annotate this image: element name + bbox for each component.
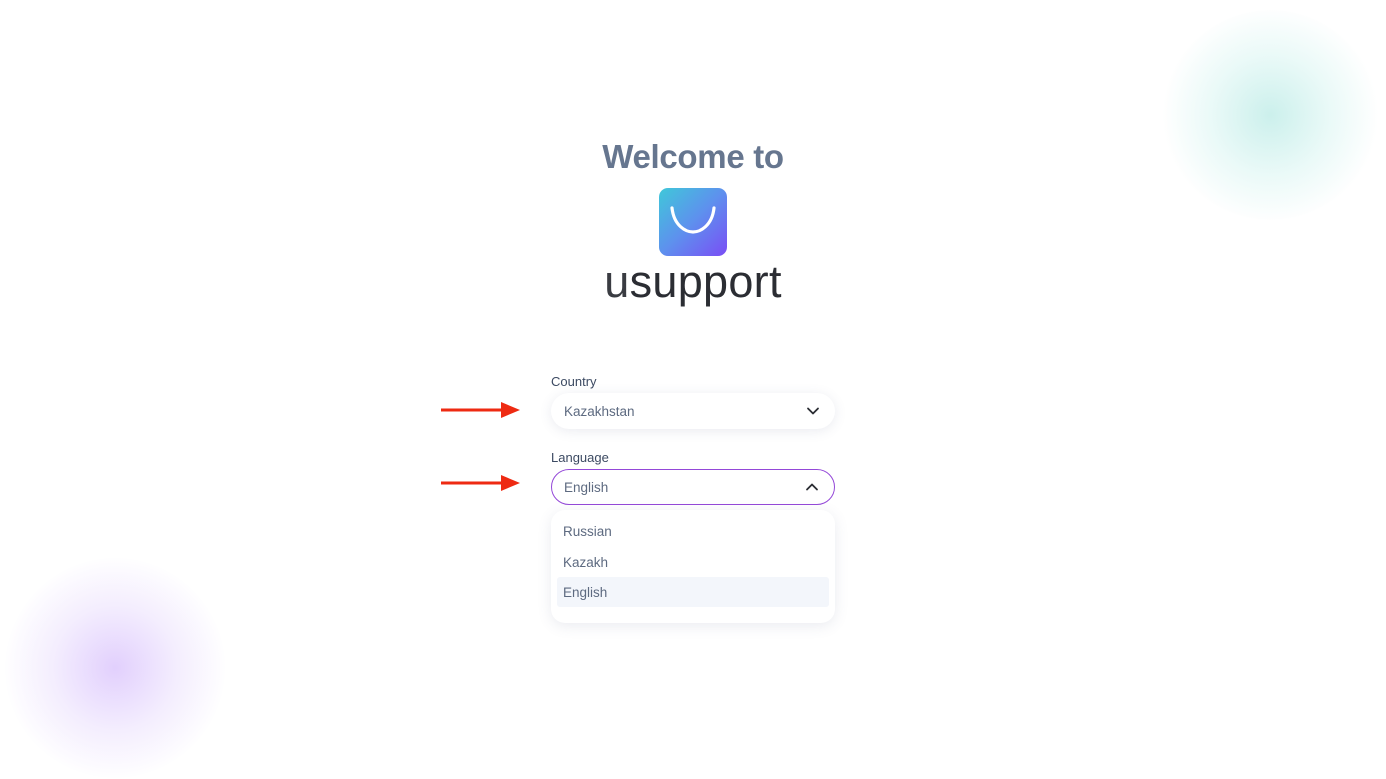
chevron-up-icon bbox=[806, 483, 818, 491]
language-value: English bbox=[564, 479, 609, 495]
background-glow-teal bbox=[1163, 10, 1378, 220]
country-select[interactable]: Kazakhstan bbox=[551, 393, 835, 429]
language-option-russian[interactable]: Russian bbox=[557, 516, 829, 546]
brand-wordmark: usupport bbox=[0, 256, 1386, 308]
brand-prefix: u bbox=[604, 256, 630, 307]
language-label: Language bbox=[551, 450, 609, 465]
chevron-down-icon bbox=[807, 407, 819, 415]
usupport-logo-icon bbox=[659, 188, 727, 256]
welcome-heading: Welcome to bbox=[602, 138, 784, 175]
language-select[interactable]: English bbox=[551, 469, 835, 505]
welcome-page: Welcome to usupport Country Kazakhstan L… bbox=[0, 0, 1386, 779]
background-glow-purple bbox=[5, 558, 225, 778]
language-dropdown-menu: Russian Kazakh English bbox=[551, 510, 835, 623]
language-option-kazakh[interactable]: Kazakh bbox=[557, 547, 829, 577]
language-option-english[interactable]: English bbox=[557, 577, 829, 607]
arrow-right-icon bbox=[441, 475, 520, 491]
country-value: Kazakhstan bbox=[564, 403, 635, 419]
brand-name: support bbox=[629, 256, 782, 307]
country-label: Country bbox=[551, 374, 597, 389]
arrow-right-icon bbox=[441, 402, 520, 418]
